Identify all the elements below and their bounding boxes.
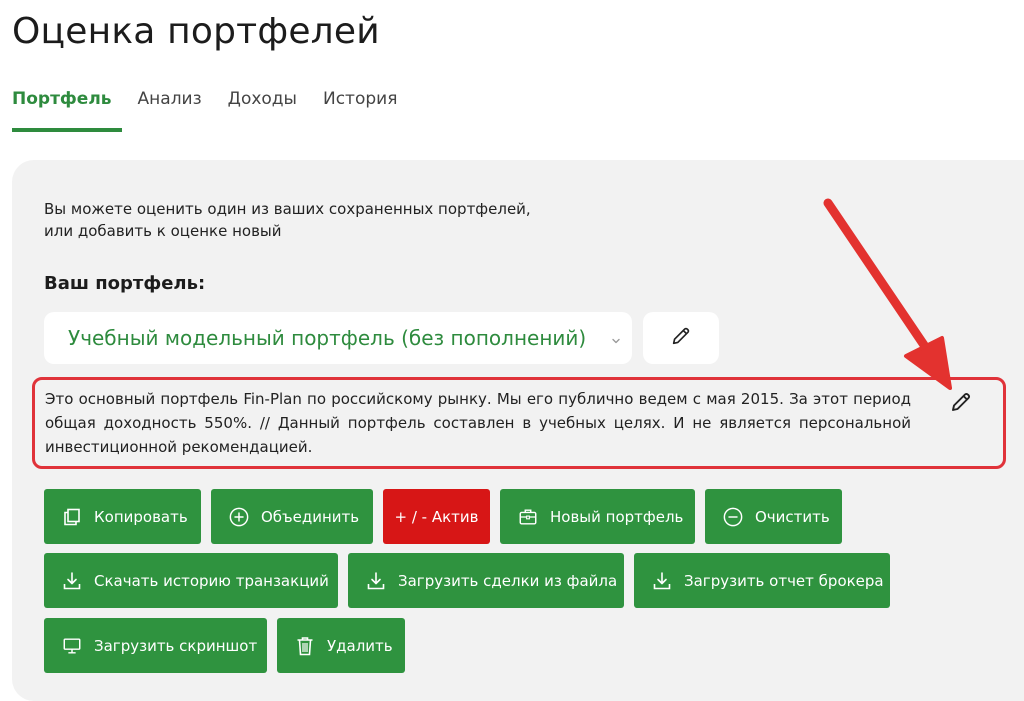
monitor-icon [62,636,82,656]
upload-deals-button-label: Загрузить сделки из файла [398,571,618,590]
merge-button-label: Объединить [261,507,360,526]
upload-screenshot-button[interactable]: Загрузить скриншот [44,618,267,673]
edit-description-button[interactable] [947,390,975,418]
tab-analysis[interactable]: Анализ [138,82,202,132]
clear-button-label: Очистить [755,507,830,526]
delete-button[interactable]: Удалить [277,618,405,673]
trash-icon [295,636,315,656]
tab-income[interactable]: Доходы [228,82,297,132]
download-history-button[interactable]: Скачать историю транзакций [44,553,338,608]
portfolio-description: Это основный портфель Fin-Plan по россий… [45,390,911,456]
upload-broker-report-button-label: Загрузить отчет брокера [684,571,884,590]
copy-button[interactable]: Копировать [44,489,201,544]
portfolio-select[interactable]: Учебный модельный портфель (без пополнен… [44,312,632,364]
intro-line-2: или добавить к оценке новый [44,222,282,240]
upload-screenshot-button-label: Загрузить скриншот [94,636,258,655]
edit-portfolio-button[interactable] [643,312,719,364]
chevron-down-icon [610,332,622,344]
download-icon [652,571,672,591]
intro-text: Вы можете оценить один из ваших сохранен… [44,198,604,242]
new-portfolio-button[interactable]: Новый портфель [500,489,695,544]
page-title: Оценка портфелей [12,11,380,52]
merge-button[interactable]: Объединить [211,489,373,544]
download-icon [366,571,386,591]
copy-icon [62,507,82,527]
portfolio-description-box: Это основный портфель Fin-Plan по россий… [32,377,1006,469]
portfolio-select-value: Учебный модельный портфель (без пополнен… [68,326,587,350]
clear-button[interactable]: Очистить [705,489,842,544]
copy-button-label: Копировать [94,507,188,526]
new-portfolio-button-label: Новый портфель [550,507,684,526]
tab-bar: Портфель Анализ Доходы История [12,82,423,132]
intro-line-1: Вы можете оценить один из ваших сохранен… [44,200,531,218]
download-history-button-label: Скачать историю транзакций [94,571,329,590]
pencil-icon [949,390,973,418]
download-icon [62,571,82,591]
asset-add-remove-button[interactable]: + / - Актив [383,489,490,544]
briefcase-icon [518,507,538,527]
upload-deals-button[interactable]: Загрузить сделки из файла [348,553,624,608]
portfolio-label: Ваш портфель: [44,273,206,294]
tab-portfolio[interactable]: Портфель [12,82,122,132]
page: Оценка портфелей Портфель Анализ Доходы … [0,0,1024,701]
delete-button-label: Удалить [327,636,393,655]
upload-broker-report-button[interactable]: Загрузить отчет брокера [634,553,890,608]
asset-button-label: + / - Актив [394,507,479,526]
portfolio-card: Вы можете оценить один из ваших сохранен… [12,160,1024,701]
tab-history[interactable]: История [323,82,397,132]
plus-circle-icon [229,507,249,527]
pencil-icon [670,325,692,351]
minus-circle-icon [723,507,743,527]
